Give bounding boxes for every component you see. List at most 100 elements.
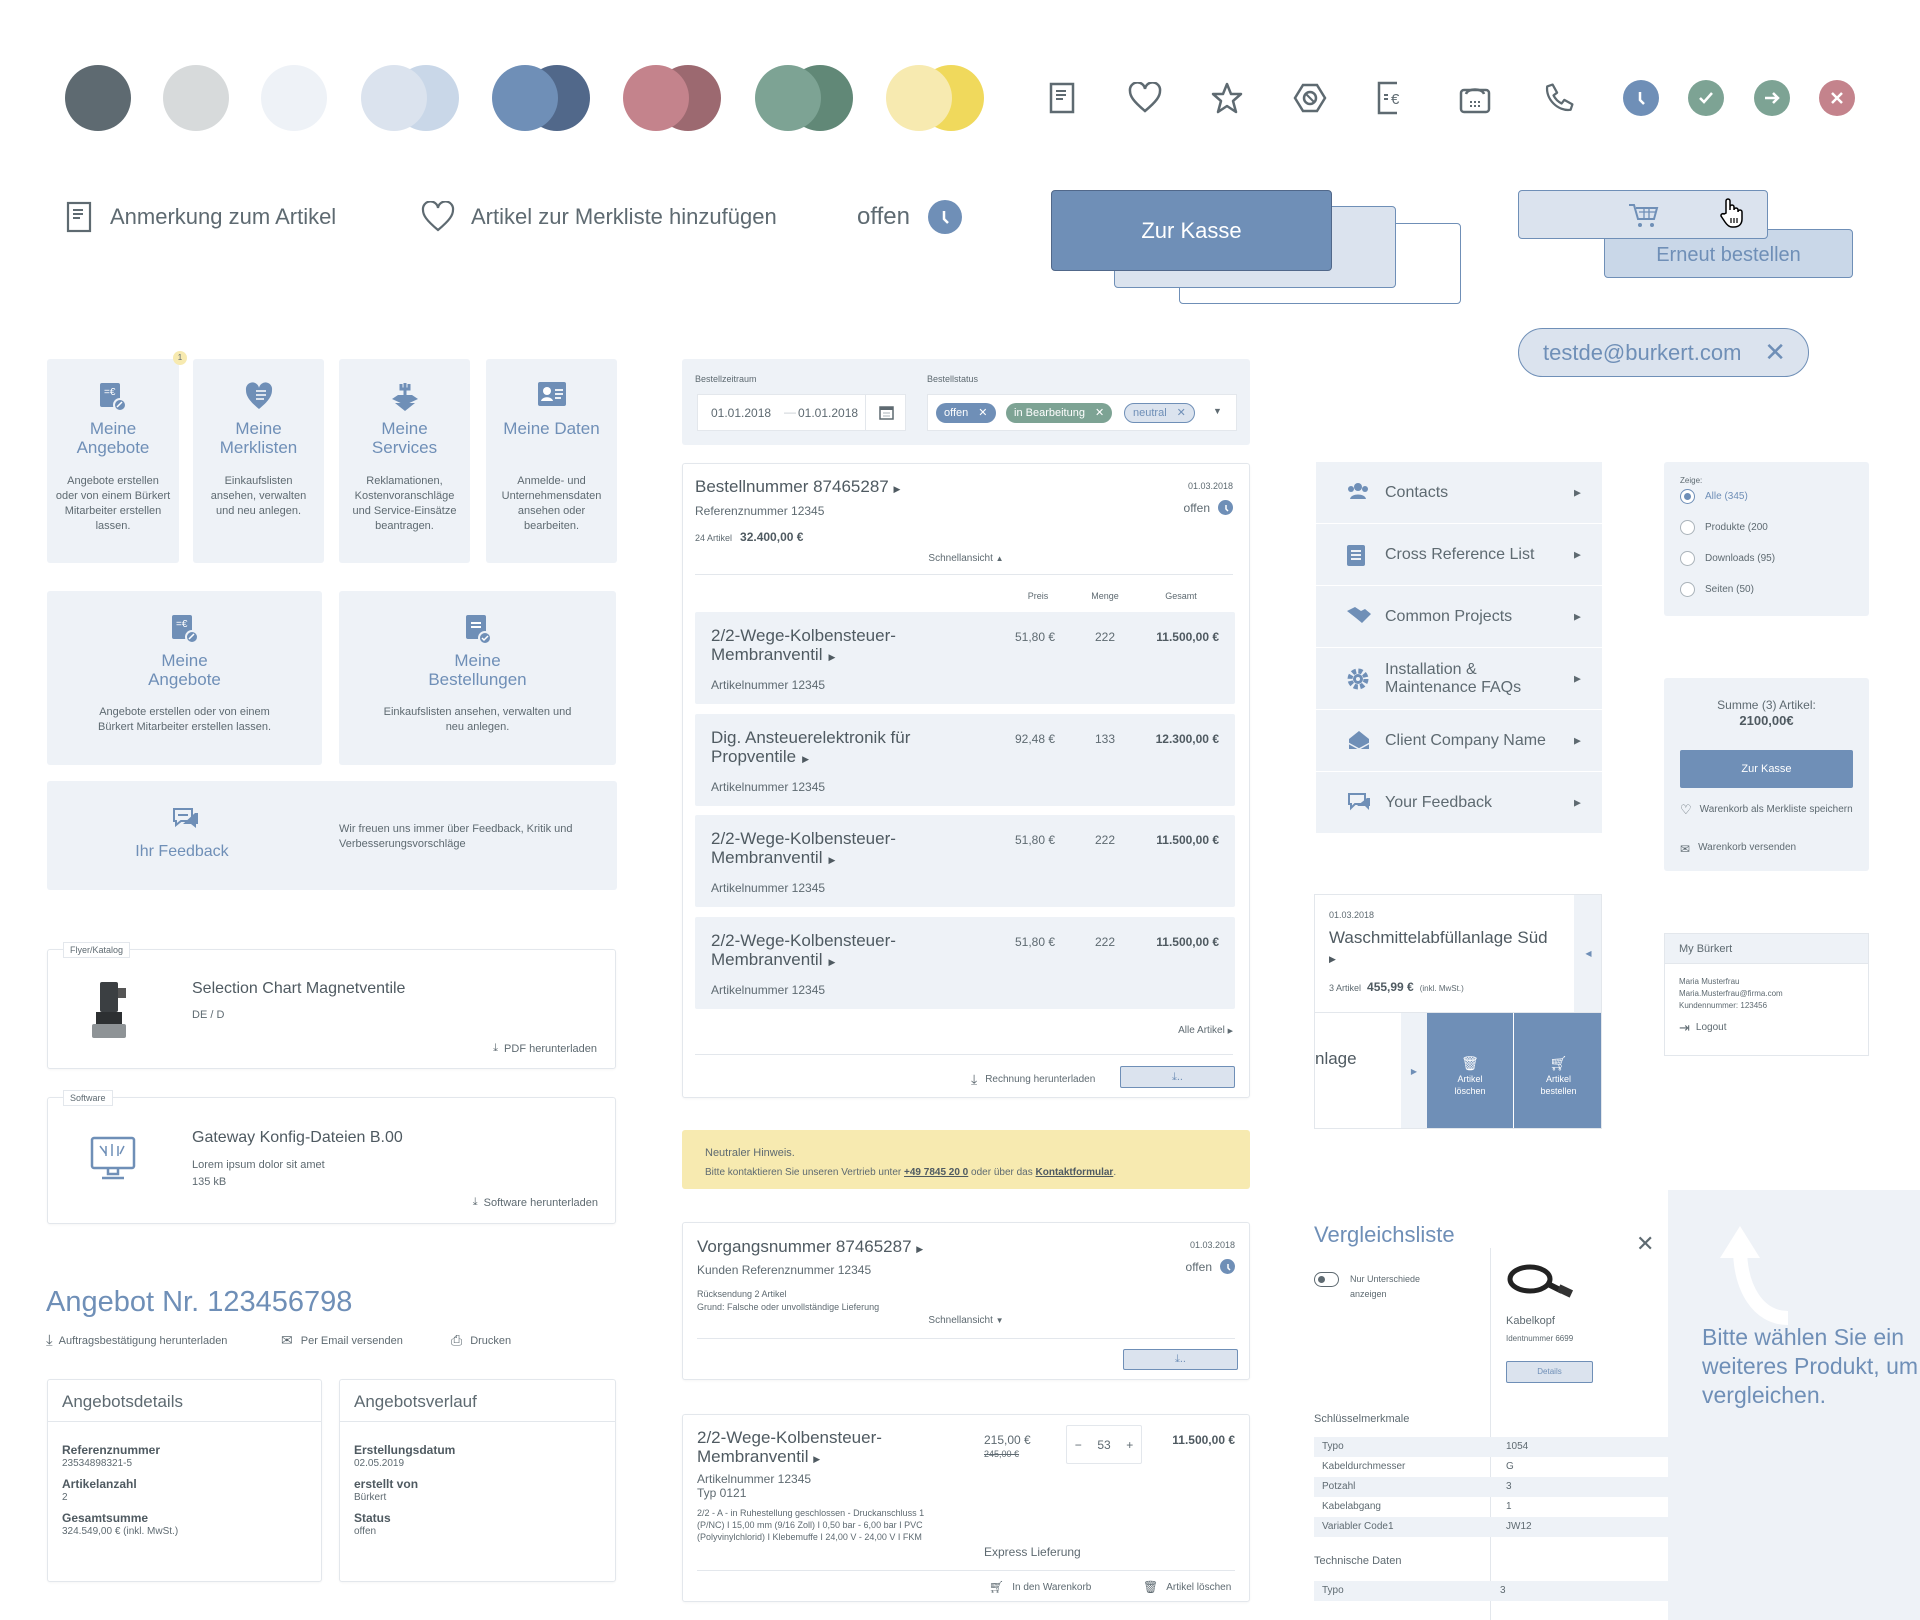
compare-row-value: JW12	[1506, 1521, 1532, 1532]
add-to-cart-link[interactable]: 🛒︎ In den Warenkorb	[989, 1580, 1091, 1594]
phone-icon	[1539, 80, 1575, 116]
checkout-button[interactable]: Zur Kasse	[1051, 190, 1332, 271]
field-label: erstellt von	[354, 1477, 419, 1491]
swatch-red	[623, 65, 689, 131]
product-link[interactable]: 2/2-Wege-Kolbensteuer-Membranventil ▶	[711, 626, 941, 667]
menu-item[interactable]: Contacts ▶	[1316, 462, 1602, 523]
cart-button[interactable]	[1518, 190, 1768, 239]
field-label: Gesamtsumme	[62, 1511, 149, 1525]
product-details-button[interactable]: Details	[1506, 1361, 1593, 1383]
send-cart-link[interactable]: ✉ Warenkorb versenden	[1680, 842, 1796, 856]
email-action[interactable]: ✉ Per Email versenden	[281, 1332, 403, 1349]
save-as-wishlist-link[interactable]: ♡ Warenkorb als Merkliste speichern	[1680, 803, 1860, 816]
order-wishlist-button[interactable]: 🛒︎ Artikel bestellen	[1514, 1013, 1601, 1128]
note-action[interactable]: Anmerkung zum Artikel	[66, 201, 336, 233]
all-items-link[interactable]: Alle Artikel ▶	[1178, 1025, 1233, 1036]
feedback-tile[interactable]: Ihr Feedback Wir freuen uns immer über F…	[47, 781, 617, 890]
status-multiselect[interactable]: offen ✕ in Bearbeitung ✕ neutral ✕ ▼	[927, 394, 1237, 431]
dropdown-arrow-icon[interactable]: ▼	[1213, 406, 1222, 416]
dashboard-tile[interactable]: Meine Services Reklamationen, Kostenvoran…	[339, 359, 470, 563]
cart-item-card: 2/2-Wege-Kolbensteuer-Membranventil ▶ Ar…	[682, 1414, 1250, 1602]
chevron-right-icon: ▶	[828, 652, 836, 662]
clock-icon	[1220, 1259, 1235, 1274]
tile-description: Angebote erstellen oder von einem Bürker…	[97, 706, 271, 733]
process-number-link[interactable]: Vorgangsnummer 87465287 ▶	[697, 1237, 923, 1257]
menu-item[interactable]: Installation & Maintenance FAQs ▶	[1316, 648, 1602, 709]
logout-icon: ⇥	[1679, 1020, 1690, 1035]
close-compare-icon[interactable]: ✕	[1636, 1233, 1654, 1255]
product-name: 2/2-Wege-Kolbensteuer-Membranventil	[711, 626, 896, 664]
logout-link[interactable]: ⇥ Logout	[1679, 1020, 1854, 1035]
date-separator: —	[784, 405, 796, 419]
remove-chip-icon[interactable]: ✕	[978, 403, 987, 423]
delete-item-link[interactable]: 🗑︎ Artikel löschen	[1143, 1580, 1231, 1594]
menu-item[interactable]: Common Projects ▶	[1316, 586, 1602, 647]
date-range-input[interactable]: 01.01.2018 — 01.01.2018	[697, 394, 906, 431]
status-label: offen	[857, 203, 910, 230]
order-number-link[interactable]: Bestellnummer 87465287 ▶	[695, 477, 900, 497]
swipe-handle-left[interactable]: ◀	[1574, 895, 1601, 1012]
menu-item[interactable]: Your Feedback ▶	[1316, 772, 1602, 833]
filter-radio-option[interactable]: Alle (345)	[1680, 489, 1748, 504]
feedback-icon	[1346, 791, 1370, 815]
radio-button[interactable]	[1680, 551, 1695, 566]
notice-text-part: oder über das	[968, 1167, 1036, 1178]
download-sub: Lorem ipsum dolor sit amet	[192, 1159, 325, 1171]
swipe-handle-right[interactable]: ▶	[1401, 1013, 1427, 1128]
quantity-stepper[interactable]: − 53 +	[1066, 1425, 1142, 1464]
dashboard-tile[interactable]: Meine Daten Anmelde- und Unternehmensdate…	[486, 359, 617, 563]
filter-radio-option[interactable]: Seiten (50)	[1680, 582, 1754, 597]
dashboard-tile[interactable]: =€ Meine Angebote Angebote erstellen oder …	[47, 351, 187, 563]
compare-row-value: G	[1506, 1461, 1514, 1472]
phone-link[interactable]: +49 7845 20 0	[904, 1167, 968, 1178]
loading-button[interactable]: ⤓..	[1123, 1349, 1238, 1370]
menu-item[interactable]: Client Company Name ▶	[1316, 710, 1602, 771]
radio-button[interactable]	[1680, 582, 1695, 597]
menu-item[interactable]: Cross Reference List ▶	[1316, 524, 1602, 585]
feedback-text: Wir freuen uns immer über Feedback, Krit…	[339, 823, 573, 850]
quickview-toggle[interactable]: Schnellansicht ▼	[683, 1315, 1249, 1326]
remove-email-icon[interactable]: ✕	[1764, 338, 1786, 366]
calendar-button[interactable]	[865, 395, 906, 430]
differences-toggle[interactable]	[1314, 1272, 1339, 1287]
compare-row: Typo 1054	[1314, 1437, 1668, 1457]
delete-wishlist-button[interactable]: 🗑︎ Artikel löschen	[1427, 1013, 1513, 1128]
invoice-download-link[interactable]: ⤓ Rechnung herunterladen	[971, 1071, 1095, 1088]
quickview-toggle[interactable]: Schnellansicht ▲	[683, 553, 1249, 564]
print-action[interactable]: ⎙ Drucken	[451, 1332, 511, 1349]
loading-button[interactable]: ⤓..	[1120, 1066, 1235, 1088]
summary-checkout-button[interactable]: Zur Kasse	[1680, 750, 1853, 788]
swatch-slate	[65, 65, 131, 131]
compare-row: Kabelabgang 1	[1314, 1497, 1668, 1517]
download-title[interactable]: Gateway Konfig-Dateien B.00	[192, 1129, 403, 1147]
dashboard-tile[interactable]: Meine Merklisten Einkaufslisten ansehen, …	[193, 359, 324, 563]
filter-radio-option[interactable]: Produkte (200	[1680, 520, 1768, 535]
contact-form-link[interactable]: Kontaktformular	[1036, 1167, 1114, 1178]
decrement-button[interactable]: −	[1075, 1438, 1082, 1452]
radio-button[interactable]	[1680, 520, 1695, 535]
download-title[interactable]: Selection Chart Magnetventile	[192, 980, 405, 998]
download-confirmation-action[interactable]: ⤓ Auftragsbestätigung herunterladen	[46, 1332, 227, 1349]
remove-chip-icon[interactable]: ✕	[1177, 403, 1186, 423]
quickview-label: Schnellansicht	[928, 1315, 993, 1326]
wishlist-title-link[interactable]: Waschmittelabfüllanlage Süd ▶	[1329, 928, 1549, 969]
field-label: Erstellungsdatum	[354, 1443, 456, 1457]
filter-radio-option[interactable]: Downloads (95)	[1680, 551, 1775, 566]
menu-item-label: Common Projects	[1385, 607, 1513, 625]
dashboard-tile-wide[interactable]: =€ Meine Angebote Angebote erstellen oder …	[47, 591, 322, 765]
add-to-cart-label: In den Warenkorb	[1012, 1581, 1092, 1593]
radio-button[interactable]	[1680, 489, 1695, 504]
product-link[interactable]: Dig. Ansteuerelektronik für Propventile ▶	[711, 728, 941, 769]
software-download-link[interactable]: ⤓ Software herunterladen	[473, 1196, 598, 1209]
product-link[interactable]: 2/2-Wege-Kolbensteuer-Membranventil ▶	[711, 829, 941, 870]
product-link[interactable]: 2/2-Wege-Kolbensteuer-Membranventil ▶	[711, 931, 941, 972]
compare-row: Variabler Code1 JW12	[1314, 1517, 1668, 1537]
dashboard-tile-wide[interactable]: Meine Bestellungen Einkaufslisten ansehen…	[339, 591, 616, 765]
increment-button[interactable]: +	[1126, 1438, 1133, 1452]
add-to-wishlist-action[interactable]: Artikel zur Merkliste hinzufügen	[421, 201, 777, 233]
product-link[interactable]: 2/2-Wege-Kolbensteuer-Membranventil ▶	[697, 1428, 927, 1469]
remove-chip-icon[interactable]: ✕	[1095, 403, 1104, 423]
menu-item-label: Client Company Name	[1385, 731, 1546, 749]
pdf-download-link[interactable]: ⤓ PDF herunterladen	[493, 1042, 597, 1055]
quantity-value[interactable]: 53	[1097, 1438, 1110, 1452]
